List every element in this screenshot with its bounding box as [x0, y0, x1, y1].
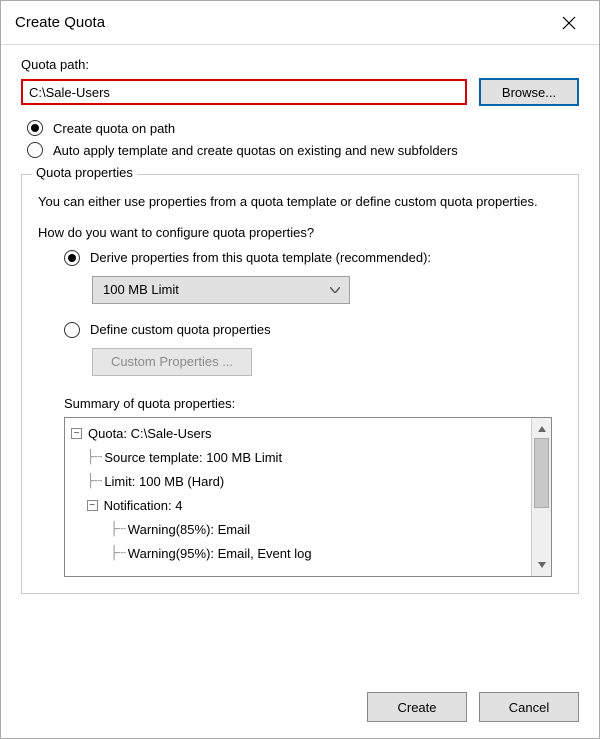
- dialog-footer: Create Cancel: [1, 682, 599, 738]
- tree-item-label: Notification: 4: [104, 498, 183, 513]
- tree-item[interactable]: ├┄ Source template: 100 MB Limit: [71, 446, 529, 470]
- radio-icon: [64, 250, 80, 266]
- template-selected-label: 100 MB Limit: [103, 282, 179, 297]
- close-icon: [562, 16, 576, 30]
- scroll-up-icon[interactable]: [532, 420, 551, 438]
- radio-icon: [27, 120, 43, 136]
- scroll-down-icon[interactable]: [532, 556, 551, 574]
- radio-icon: [27, 142, 43, 158]
- tree-root-label: Quota: C:\Sale-Users: [88, 426, 212, 441]
- tree-item[interactable]: ├┄ Warning(85%): Email: [71, 518, 529, 542]
- scroll-track[interactable]: [532, 438, 551, 556]
- scroll-thumb[interactable]: [534, 438, 549, 508]
- derive-template-option[interactable]: Derive properties from this quota templa…: [64, 250, 562, 266]
- tree-item[interactable]: ├┄ Limit: 100 MB (Hard): [71, 470, 529, 494]
- tree-item-label: Limit: 100 MB (Hard): [104, 474, 224, 489]
- tree-branch-icon: ├┄: [71, 450, 102, 465]
- radio-icon: [64, 322, 80, 338]
- quota-path-row: Browse...: [21, 78, 579, 106]
- tree-branch-icon: ├┄: [71, 546, 126, 561]
- tree-branch-icon: ├┄: [71, 474, 102, 489]
- tree-root[interactable]: − Quota: C:\Sale-Users: [71, 422, 529, 446]
- tree-collapse-icon[interactable]: −: [71, 428, 82, 439]
- quota-path-label: Quota path:: [21, 57, 579, 72]
- summary-label: Summary of quota properties:: [64, 396, 562, 411]
- auto-apply-label: Auto apply template and create quotas on…: [53, 143, 458, 158]
- template-select[interactable]: 100 MB Limit: [92, 276, 350, 304]
- summary-tree-box: − Quota: C:\Sale-Users ├┄ Source templat…: [64, 417, 552, 577]
- quota-properties-legend: Quota properties: [32, 165, 137, 180]
- tree-branch-icon: ├┄: [71, 522, 126, 537]
- tree-item-label: Source template: 100 MB Limit: [104, 450, 282, 465]
- quota-properties-prompt: How do you want to configure quota prope…: [38, 225, 562, 240]
- create-on-path-option[interactable]: Create quota on path: [21, 120, 579, 136]
- quota-path-input[interactable]: [21, 79, 467, 105]
- close-button[interactable]: [549, 7, 589, 39]
- tree-item[interactable]: ├┄ Warning(95%): Email, Event log: [71, 542, 529, 566]
- tree-notification-node[interactable]: − Notification: 4: [71, 494, 529, 518]
- browse-button[interactable]: Browse...: [479, 78, 579, 106]
- window-title: Create Quota: [15, 14, 105, 31]
- tree-item-label: Warning(95%): Email, Event log: [128, 546, 312, 561]
- quota-path-field-wrap: [21, 79, 467, 105]
- create-button[interactable]: Create: [367, 692, 467, 722]
- dialog-content: Quota path: Browse... Create quota on pa…: [1, 45, 599, 682]
- tree-item-label: Warning(85%): Email: [128, 522, 250, 537]
- quota-properties-intro: You can either use properties from a quo…: [38, 193, 562, 211]
- titlebar: Create Quota: [1, 1, 599, 45]
- create-quota-dialog: Create Quota Quota path: Browse... Creat…: [0, 0, 600, 739]
- tree-branch-icon: [71, 498, 87, 513]
- quota-properties-group: Quota properties You can either use prop…: [21, 174, 579, 594]
- define-custom-option[interactable]: Define custom quota properties: [64, 322, 562, 338]
- tree-collapse-icon[interactable]: −: [87, 500, 98, 511]
- summary-tree[interactable]: − Quota: C:\Sale-Users ├┄ Source templat…: [65, 418, 531, 576]
- chevron-down-icon: [325, 277, 345, 303]
- create-on-path-label: Create quota on path: [53, 121, 175, 136]
- define-custom-label: Define custom quota properties: [90, 322, 271, 337]
- derive-template-block: Derive properties from this quota templa…: [38, 250, 562, 376]
- auto-apply-option[interactable]: Auto apply template and create quotas on…: [21, 142, 579, 158]
- scrollbar[interactable]: [531, 418, 551, 576]
- derive-template-label: Derive properties from this quota templa…: [90, 250, 431, 265]
- cancel-button[interactable]: Cancel: [479, 692, 579, 722]
- custom-properties-button: Custom Properties ...: [92, 348, 252, 376]
